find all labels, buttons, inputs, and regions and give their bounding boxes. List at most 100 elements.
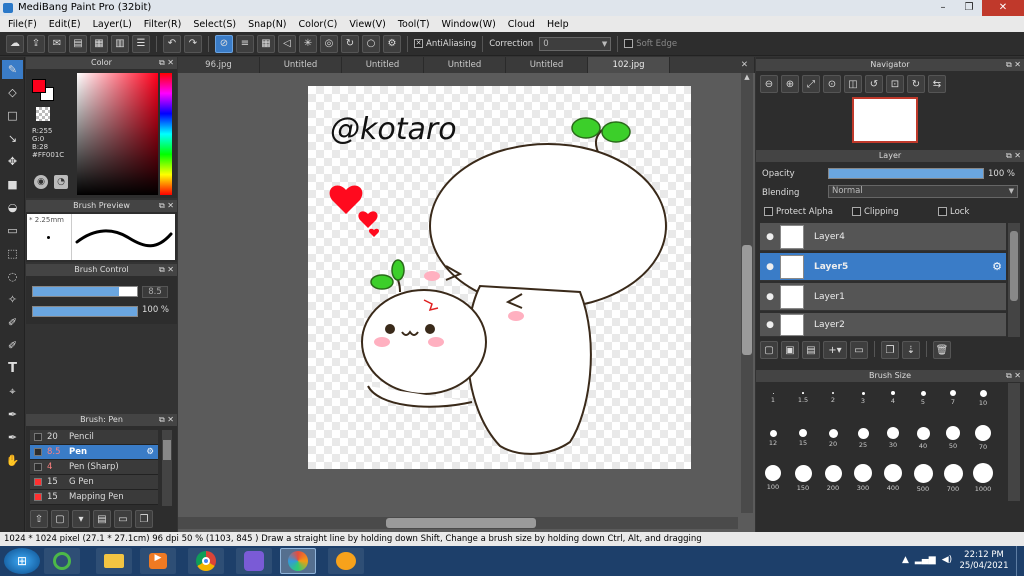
zoom-reset-icon[interactable]: ⊙ [823, 75, 841, 93]
taskbar-game-app[interactable] [236, 548, 272, 574]
protect-alpha-toggle[interactable]: Protect Alpha [764, 207, 852, 217]
taskbar-media-player[interactable]: ▶ [140, 548, 176, 574]
volume-icon[interactable]: ◀) [942, 555, 952, 565]
clock[interactable]: 22:12 PM 25/04/2021 [958, 550, 1010, 572]
brush-size-option[interactable]: 400 [878, 463, 908, 493]
layer-row-layer4[interactable]: ● Layer4 [760, 223, 1006, 251]
layer-row-layer2[interactable]: ● Layer2 [760, 313, 1006, 337]
actual-size-icon[interactable]: ◫ [844, 75, 862, 93]
brush-item-pencil[interactable]: 20 Pencil [30, 430, 158, 445]
new-brush-icon[interactable]: ▢ [51, 510, 69, 528]
panel-controls-icon[interactable]: ⧉ ✕ [159, 414, 174, 426]
fill-rect-tool-icon[interactable]: ■ [2, 175, 23, 194]
scroll-thumb[interactable] [1010, 231, 1018, 301]
brush-size-value[interactable]: 8.5 [142, 286, 168, 298]
minimize-button[interactable]: – [930, 0, 956, 16]
center-icon[interactable]: ⊡ [886, 75, 904, 93]
brush-opacity-slider[interactable] [32, 306, 138, 317]
brush-size-option[interactable]: 10 [968, 383, 998, 413]
clipping-toggle[interactable]: Clipping [852, 207, 938, 217]
brush-size-slider[interactable] [32, 286, 138, 297]
panel-controls-icon[interactable]: ⧉ ✕ [1006, 150, 1021, 162]
duplicate-icon[interactable]: ❐ [135, 510, 153, 528]
correction-select[interactable]: 0 ▼ [539, 36, 612, 51]
folder-icon[interactable]: ▭ [114, 510, 132, 528]
taskbar-file-explorer[interactable] [96, 548, 132, 574]
merge-layer-icon[interactable]: ⇣ [902, 341, 920, 359]
move-tool-icon[interactable]: ✥ [2, 152, 23, 171]
dot-tool-icon[interactable]: ↘ [2, 129, 23, 148]
ellipse-snap-icon[interactable]: ○ [362, 34, 380, 53]
brush-size-option[interactable]: 20 [818, 423, 848, 453]
menu-select[interactable]: Select(S) [187, 19, 242, 30]
grid-icon[interactable]: ▥ [111, 34, 129, 53]
horizontal-scroll-thumb[interactable] [386, 518, 536, 528]
duplicate-layer-icon[interactable]: ❐ [881, 341, 899, 359]
brush-size-option[interactable]: 300 [848, 463, 878, 493]
menu-file[interactable]: File(F) [2, 19, 43, 30]
tab-close-icon[interactable]: ✕ [741, 60, 748, 70]
menu-filter[interactable]: Filter(R) [138, 19, 188, 30]
color-settings-icon[interactable]: ◔ [54, 175, 68, 189]
eyedropper2-tool-icon[interactable]: ✒ [2, 428, 23, 447]
hand-tool-icon[interactable]: ✋ [2, 451, 23, 470]
fit-icon[interactable]: ⤢ [802, 75, 820, 93]
brush-tool-icon[interactable]: ✎ [2, 60, 23, 79]
menu-help[interactable]: Help [541, 19, 575, 30]
brush-size-option[interactable]: 1.5 [788, 383, 818, 413]
magic-wand-tool-icon[interactable]: ✧ [2, 290, 23, 309]
brush-item-mapping-pen[interactable]: 15 Mapping Pen [30, 490, 158, 505]
list-icon[interactable]: ☰ [132, 34, 150, 53]
scroll-up-icon[interactable]: ▲ [741, 73, 753, 85]
brush-size-option[interactable]: 150 [788, 463, 818, 493]
page-icon[interactable]: ▦ [90, 34, 108, 53]
menu-layer[interactable]: Layer(L) [87, 19, 138, 30]
tab-untitled-3[interactable]: Untitled [424, 57, 506, 73]
tab-untitled-2[interactable]: Untitled [342, 57, 424, 73]
panel-controls-icon[interactable]: ⧉ ✕ [159, 200, 174, 212]
folder-icon[interactable]: ▭ [850, 341, 868, 359]
primary-color-swatch[interactable] [32, 79, 46, 93]
show-desktop-button[interactable] [1016, 546, 1024, 576]
visibility-icon[interactable]: ● [760, 232, 780, 242]
brush-size-option[interactable]: 2 [818, 383, 848, 413]
visibility-icon[interactable]: ● [760, 262, 780, 272]
visibility-icon[interactable]: ● [760, 292, 780, 302]
brush-size-option[interactable]: 25 [848, 423, 878, 453]
brush-opacity-value[interactable]: 100 % [142, 305, 172, 315]
menu-snap[interactable]: Snap(N) [242, 19, 292, 30]
panel-controls-icon[interactable]: ⧉ ✕ [1006, 59, 1021, 71]
share-icon[interactable]: ⇪ [27, 34, 45, 53]
parallel-snap-icon[interactable]: ≡ [236, 34, 254, 53]
rotate-right-icon[interactable]: ↻ [907, 75, 925, 93]
rectangle-tool-icon[interactable]: □ [2, 106, 23, 125]
vertical-scroll-thumb[interactable] [742, 245, 752, 355]
brush-size-option[interactable]: 50 [938, 423, 968, 453]
brush-size-option[interactable]: 1 [758, 383, 788, 413]
redo-icon[interactable]: ↷ [184, 34, 202, 53]
taskbar-scratch[interactable] [328, 548, 364, 574]
taskbar-app-green[interactable] [44, 548, 80, 574]
brush-size-option[interactable]: 3 [848, 383, 878, 413]
brush-size-option[interactable]: 5 [908, 383, 938, 413]
close-button[interactable]: ✕ [982, 0, 1024, 16]
start-button[interactable]: ⊞ [4, 548, 40, 574]
gear-icon[interactable]: ⚙ [992, 260, 1002, 273]
lock-toggle[interactable]: Lock [938, 207, 969, 217]
menu-view[interactable]: View(V) [343, 19, 391, 30]
transparent-color-swatch[interactable] [36, 107, 50, 121]
brush-size-option[interactable]: 7 [938, 383, 968, 413]
horizontal-scrollbar[interactable] [178, 517, 738, 529]
zoom-in-icon[interactable]: ⊕ [781, 75, 799, 93]
menu-window[interactable]: Window(W) [436, 19, 502, 30]
brush-item-pen[interactable]: 8.5 Pen ⚙ [30, 445, 158, 460]
layer-row-layer1[interactable]: ● Layer1 [760, 283, 1006, 311]
visibility-icon[interactable]: ● [760, 320, 780, 330]
text-tool-icon[interactable]: T [2, 359, 23, 378]
menu-color[interactable]: Color(C) [293, 19, 344, 30]
blending-select[interactable]: Normal ▼ [828, 185, 1018, 198]
tab-102-jpg[interactable]: 102.jpg [588, 57, 670, 73]
brush-size-option[interactable]: 40 [908, 423, 938, 453]
select-eraser-tool-icon[interactable]: ✐ [2, 336, 23, 355]
saturation-value-picker[interactable] [77, 73, 158, 195]
